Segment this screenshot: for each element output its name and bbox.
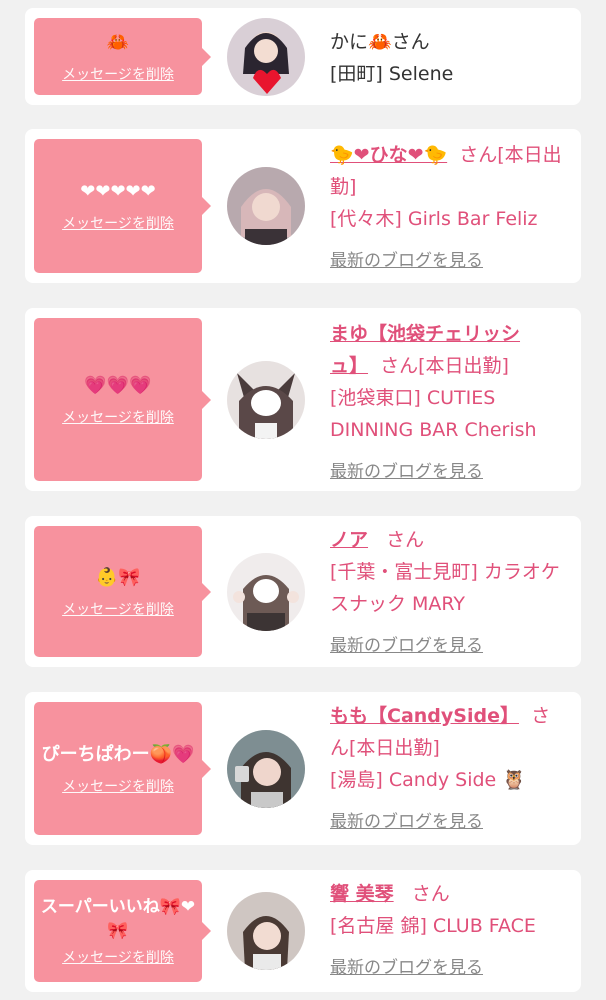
message-card: 👶🎀 メッセージを削除 ノア さん [千葉・富士見町] カラオケスナック MAR… <box>25 516 581 667</box>
message-card: 💗💗💗 メッセージを削除 まゆ【池袋チェリッシュ】 さん[本日出勤] [池袋東口… <box>25 308 581 491</box>
delete-message-link[interactable]: メッセージを削除 <box>62 213 174 233</box>
cast-name[interactable]: 🐤❤ひな❤🐤 <box>330 144 447 166</box>
latest-blog-link[interactable]: 最新のブログを見る <box>330 456 483 488</box>
avatar[interactable] <box>227 730 305 808</box>
cast-info: 響 美琴 さん [名古屋 錦] CLUB FACE 最新のブログを見る <box>330 878 562 984</box>
message-text: ❤❤❤❤❤ <box>80 181 156 202</box>
message-text: スーパーいいね🎀❤🎀 <box>40 897 196 941</box>
message-bubble: ❤❤❤❤❤ メッセージを削除 <box>34 139 211 273</box>
avatar[interactable] <box>227 167 305 245</box>
cast-suffix: さん[本日出勤] <box>380 355 509 377</box>
cast-name[interactable]: もも【CandySide】 <box>330 705 519 727</box>
message-card: スーパーいいね🎀❤🎀 メッセージを削除 響 美琴 さん [名古屋 錦] CLUB… <box>25 870 581 992</box>
cast-suffix: さん <box>411 883 450 905</box>
shop-name: [千葉・富士見町] カラオケスナック MARY <box>330 561 560 615</box>
shop-name: [名古屋 錦] CLUB FACE <box>330 915 536 937</box>
delete-message-link[interactable]: メッセージを削除 <box>62 776 174 796</box>
cast-info: ノア さん [千葉・富士見町] カラオケスナック MARY 最新のブログを見る <box>330 524 562 662</box>
cast-suffix: さん <box>386 529 425 551</box>
cast-suffix: さん <box>391 31 430 53</box>
message-list: 🦀 メッセージを削除 かに🦀さん [田町] Selene ❤❤❤❤❤ メッセージ… <box>0 0 606 1000</box>
avatar[interactable] <box>227 892 305 970</box>
avatar[interactable] <box>227 553 305 631</box>
cast-info: かに🦀さん [田町] Selene <box>330 26 562 90</box>
cast-name: かに🦀 <box>330 31 392 53</box>
message-bubble: スーパーいいね🎀❤🎀 メッセージを削除 <box>34 880 211 982</box>
cast-name[interactable]: ノア <box>330 529 368 551</box>
message-text: ぴーちぱわー🍑💗 <box>41 743 195 765</box>
latest-blog-link[interactable]: 最新のブログを見る <box>330 630 483 662</box>
message-bubble: 👶🎀 メッセージを削除 <box>34 526 211 657</box>
shop-name: [池袋東口] CUTIES DINNING BAR Cherish <box>330 387 537 441</box>
shop-name: [湯島] Candy Side 🦉 <box>330 769 526 791</box>
message-card: 🦀 メッセージを削除 かに🦀さん [田町] Selene <box>25 8 581 105</box>
message-bubble: ぴーちぱわー🍑💗 メッセージを削除 <box>34 702 211 835</box>
delete-message-link[interactable]: メッセージを削除 <box>62 599 174 619</box>
message-card: ぴーちぱわー🍑💗 メッセージを削除 もも【CandySide】 さん[本日出勤]… <box>25 692 581 845</box>
shop-name: [代々木] Girls Bar Feliz <box>330 208 538 230</box>
avatar[interactable] <box>227 361 305 439</box>
delete-message-link[interactable]: メッセージを削除 <box>62 64 174 84</box>
message-text: 👶🎀 <box>95 566 141 588</box>
cast-info: 🐤❤ひな❤🐤 さん[本日出勤] [代々木] Girls Bar Feliz 最新… <box>330 139 562 277</box>
latest-blog-link[interactable]: 最新のブログを見る <box>330 806 483 838</box>
latest-blog-link[interactable]: 最新のブログを見る <box>330 245 483 277</box>
avatar[interactable] <box>227 18 305 96</box>
message-text: 🦀 <box>106 31 130 53</box>
message-text: 💗💗💗 <box>84 374 152 396</box>
latest-blog-link[interactable]: 最新のブログを見る <box>330 952 483 984</box>
delete-message-link[interactable]: メッセージを削除 <box>62 407 174 427</box>
cast-info: まゆ【池袋チェリッシュ】 さん[本日出勤] [池袋東口] CUTIES DINN… <box>330 318 562 488</box>
delete-message-link[interactable]: メッセージを削除 <box>62 947 174 967</box>
shop-name: [田町] Selene <box>330 63 454 85</box>
cast-info: もも【CandySide】 さん[本日出勤] [湯島] Candy Side 🦉… <box>330 700 562 838</box>
cast-name[interactable]: 響 美琴 <box>330 883 394 905</box>
message-bubble: 🦀 メッセージを削除 <box>34 18 211 95</box>
message-bubble: 💗💗💗 メッセージを削除 <box>34 318 211 481</box>
message-card: ❤❤❤❤❤ メッセージを削除 🐤❤ひな❤🐤 さん[本日出勤] [代々木] Gir… <box>25 129 581 283</box>
